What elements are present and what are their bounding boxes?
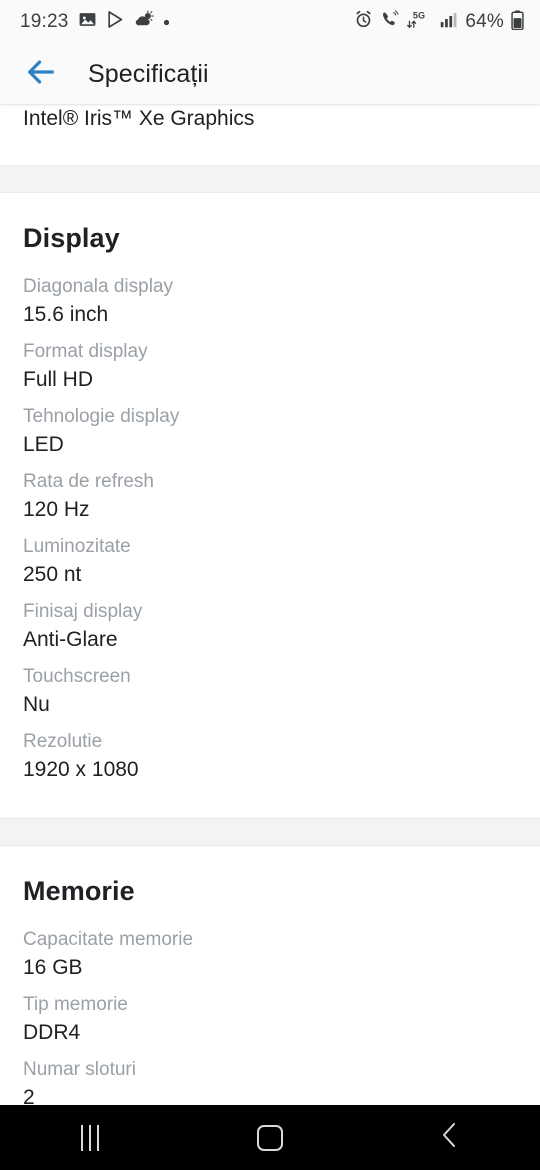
back-button[interactable] bbox=[12, 45, 70, 103]
spec-label: Tehnologie display bbox=[23, 406, 180, 427]
battery-icon bbox=[511, 9, 524, 35]
spec-value: Intel® Iris™ Xe Graphics bbox=[23, 107, 255, 130]
spec-row: Procesor grafic integrat Intel® Iris™ Xe… bbox=[0, 104, 540, 137]
spec-label: Rata de refresh bbox=[23, 471, 154, 492]
spec-value: LED bbox=[23, 433, 64, 456]
spec-value: DDR4 bbox=[23, 1021, 81, 1044]
app-header: Specificații bbox=[0, 44, 540, 104]
spec-value: 2 bbox=[23, 1086, 35, 1105]
photo-icon bbox=[78, 10, 97, 34]
spec-value: 120 Hz bbox=[23, 498, 90, 521]
spec-row: Tip memorie DDR4 bbox=[0, 986, 540, 1051]
dot-icon bbox=[163, 13, 170, 31]
spec-row: Finisaj display Anti-Glare bbox=[0, 593, 540, 658]
spec-label: Finisaj display bbox=[23, 601, 143, 622]
status-bar-left: 19:23 bbox=[20, 10, 170, 34]
spec-label: Luminozitate bbox=[23, 536, 131, 557]
spec-value: 1920 x 1080 bbox=[23, 758, 139, 781]
spec-value: Anti-Glare bbox=[23, 628, 118, 651]
spec-label: Numar sloturi bbox=[23, 1059, 136, 1080]
section-divider bbox=[0, 818, 540, 846]
5g-data-icon: 5G bbox=[406, 9, 432, 35]
spec-label: Format display bbox=[23, 341, 148, 362]
spec-value: Full HD bbox=[23, 368, 94, 391]
spec-label: Touchscreen bbox=[23, 666, 131, 687]
spec-value: Nu bbox=[23, 693, 50, 716]
status-bar-right: 5G 64% bbox=[354, 9, 524, 35]
spec-label: Rezolutie bbox=[23, 731, 103, 752]
android-nav-bar bbox=[0, 1105, 540, 1170]
spec-row: Format display Full HD bbox=[0, 333, 540, 398]
spec-row: Luminozitate 250 nt bbox=[0, 528, 540, 593]
battery-percent: 64% bbox=[465, 11, 504, 32]
section-title-display: Display bbox=[23, 223, 120, 253]
spec-list-scroll[interactable]: Procesor grafic integrat Intel® Iris™ Xe… bbox=[0, 104, 540, 1105]
back-icon bbox=[438, 1121, 462, 1154]
status-bar: 19:23 5G 64% bbox=[0, 0, 540, 44]
recents-button[interactable] bbox=[30, 1105, 150, 1170]
signal-bars-icon bbox=[439, 10, 458, 34]
home-icon bbox=[257, 1124, 283, 1151]
spec-label: Capacitate memorie bbox=[23, 929, 194, 950]
spec-label: Tip memorie bbox=[23, 994, 128, 1015]
weather-icon bbox=[134, 10, 154, 34]
spec-value: 15.6 inch bbox=[23, 303, 109, 326]
spec-label: Diagonala display bbox=[23, 276, 173, 297]
section-title-memorie: Memorie bbox=[23, 876, 135, 906]
status-time: 19:23 bbox=[20, 11, 69, 32]
page-title: Specificații bbox=[88, 59, 209, 88]
spec-row: Rata de refresh 120 Hz bbox=[0, 463, 540, 528]
spec-row: Tehnologie display LED bbox=[0, 398, 540, 463]
spec-row: Touchscreen Nu bbox=[0, 658, 540, 723]
spec-row: Diagonala display 15.6 inch bbox=[0, 268, 540, 333]
spec-row: Capacitate memorie 16 GB bbox=[0, 921, 540, 986]
spec-row: Rezolutie 1920 x 1080 bbox=[0, 723, 540, 788]
spec-row: Numar sloturi 2 bbox=[0, 1051, 540, 1105]
home-button[interactable] bbox=[210, 1105, 330, 1170]
arrow-left-icon bbox=[24, 55, 58, 94]
nav-back-button[interactable] bbox=[390, 1105, 510, 1170]
call-vibrate-icon bbox=[380, 10, 399, 34]
spec-value: 250 nt bbox=[23, 563, 82, 586]
svg-text:5G: 5G bbox=[413, 11, 425, 21]
phone-screen: 19:23 5G 64% Specificații Intel® Iris™ X… bbox=[0, 0, 540, 1170]
recents-icon bbox=[81, 1124, 99, 1151]
spec-value: 16 GB bbox=[23, 956, 83, 979]
section-divider bbox=[0, 165, 540, 193]
play-store-icon bbox=[106, 10, 125, 34]
alarm-icon bbox=[354, 10, 373, 34]
